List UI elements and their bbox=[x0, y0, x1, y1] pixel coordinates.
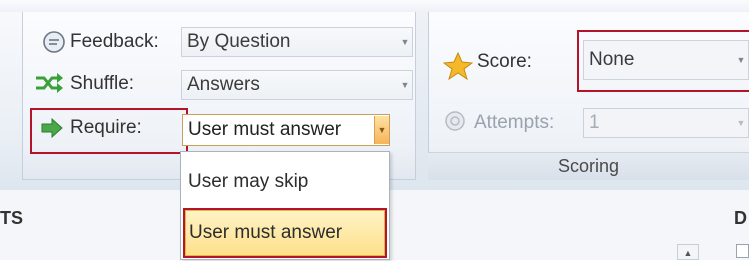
chevron-down-icon[interactable]: ▼ bbox=[398, 28, 412, 56]
score-dropdown[interactable]: None ▼ bbox=[583, 40, 749, 80]
chevron-down-icon[interactable]: ▼ bbox=[734, 46, 748, 74]
checkbox[interactable] bbox=[736, 244, 749, 258]
attempts-icon bbox=[444, 110, 466, 132]
option-user-may-skip[interactable]: User may skip bbox=[181, 162, 389, 202]
score-value: None bbox=[589, 49, 635, 70]
feedback-value: By Question bbox=[187, 31, 291, 52]
require-options-list: User may skip User must answer bbox=[180, 151, 390, 260]
chevron-down-icon[interactable]: ▼ bbox=[398, 71, 412, 99]
scoring-caption-bar: Scoring bbox=[428, 152, 749, 180]
shuffle-value: Answers bbox=[187, 74, 260, 95]
option-user-must-answer[interactable]: User must answer bbox=[185, 210, 385, 256]
shuffle-dropdown[interactable]: Answers ▼ bbox=[181, 70, 413, 100]
feedback-label: Feedback: bbox=[70, 31, 159, 52]
section-heading-left: TS bbox=[0, 208, 24, 228]
score-label: Score: bbox=[477, 51, 532, 72]
section-heading-right: D bbox=[734, 208, 747, 228]
feedback-dropdown[interactable]: By Question ▼ bbox=[181, 27, 413, 57]
require-arrow-icon bbox=[40, 117, 64, 139]
ribbon-top-edge bbox=[0, 0, 749, 12]
group-separator bbox=[416, 12, 428, 190]
attempts-value: 1 bbox=[589, 112, 600, 133]
shuffle-icon bbox=[34, 72, 64, 94]
require-label: Require: bbox=[70, 117, 142, 138]
attempts-dropdown[interactable]: 1 ▼ bbox=[583, 108, 749, 138]
scroll-up-button[interactable]: ▲ bbox=[677, 244, 699, 260]
require-value: User must answer bbox=[188, 119, 342, 140]
star-icon bbox=[443, 52, 473, 80]
chevron-down-icon[interactable]: ▼ bbox=[374, 116, 389, 144]
chevron-down-icon[interactable]: ▼ bbox=[734, 109, 748, 137]
attempts-label: Attempts: bbox=[474, 112, 555, 133]
shuffle-label: Shuffle: bbox=[70, 73, 135, 94]
require-dropdown[interactable]: User must answer ▼ bbox=[182, 114, 390, 146]
feedback-icon bbox=[42, 30, 66, 54]
scoring-group-caption: Scoring bbox=[557, 156, 620, 176]
